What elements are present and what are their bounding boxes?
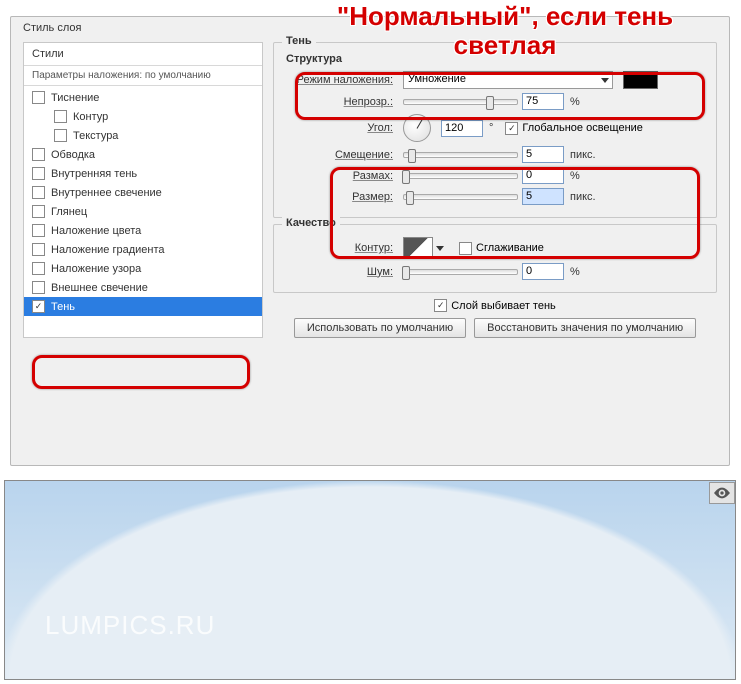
distance-slider[interactable]: [403, 152, 518, 158]
style-label: Глянец: [51, 206, 87, 218]
style-checkbox[interactable]: [32, 243, 45, 256]
style-label: Тиснение: [51, 92, 99, 104]
noise-input[interactable]: 0: [522, 263, 564, 280]
opacity-unit: %: [570, 96, 580, 108]
size-slider[interactable]: [403, 194, 518, 200]
reset-default-button[interactable]: Восстановить значения по умолчанию: [474, 318, 696, 338]
knockout-label: Слой выбивает тень: [451, 300, 556, 312]
spread-slider[interactable]: [403, 173, 518, 179]
blend-mode-label: Режим наложения:: [284, 74, 399, 86]
distance-label: Смещение:: [284, 149, 399, 161]
noise-label: Шум:: [284, 266, 399, 278]
opacity-row: Непрозр.: 75 %: [284, 93, 706, 110]
style-checkbox[interactable]: [32, 281, 45, 294]
style-label: Внутреннее свечение: [51, 187, 162, 199]
noise-slider[interactable]: [403, 269, 518, 275]
size-input[interactable]: 5: [522, 188, 564, 205]
angle-row: Угол: 120 ° Глобальное освещение: [284, 114, 706, 142]
contour-picker[interactable]: [403, 237, 433, 259]
style-item-6[interactable]: Глянец: [24, 202, 262, 221]
style-item-7[interactable]: Наложение цвета: [24, 221, 262, 240]
button-row: Использовать по умолчанию Восстановить з…: [273, 318, 717, 338]
blend-mode-dropdown[interactable]: Умножение: [403, 71, 613, 89]
angle-unit: °: [489, 122, 493, 134]
style-checkbox[interactable]: [32, 300, 45, 313]
opacity-label: Непрозр.:: [284, 96, 399, 108]
styles-header[interactable]: Стили: [24, 43, 262, 66]
style-label: Наложение градиента: [51, 244, 165, 256]
blend-mode-row: Режим наложения: Умножение: [284, 71, 706, 89]
watermark: LUMPICS.RU: [45, 610, 215, 641]
global-light-checkbox[interactable]: [505, 122, 518, 135]
spread-label: Размах:: [284, 170, 399, 182]
quality-group: Качество Контур: Сглаживание Шум: 0 %: [273, 224, 717, 293]
visibility-toggle[interactable]: [709, 482, 735, 504]
style-item-2[interactable]: Текстура: [24, 126, 262, 145]
distance-unit: пикс.: [570, 149, 596, 161]
opacity-slider[interactable]: [403, 99, 518, 105]
style-item-9[interactable]: Наложение узора: [24, 259, 262, 278]
knockout-row: Слой выбивает тень: [273, 299, 717, 312]
style-label: Внутренняя тень: [51, 168, 137, 180]
antialias-checkbox[interactable]: [459, 242, 472, 255]
annotation-text: "Нормальный", если тень светлая: [300, 2, 710, 59]
distance-input[interactable]: 5: [522, 146, 564, 163]
angle-input[interactable]: 120: [441, 120, 483, 137]
style-checkbox[interactable]: [32, 148, 45, 161]
style-label: Внешнее свечение: [51, 282, 148, 294]
style-checkbox[interactable]: [54, 129, 67, 142]
size-row: Размер: 5 пикс.: [284, 188, 706, 205]
spread-row: Размах: 0 %: [284, 167, 706, 184]
size-unit: пикс.: [570, 191, 596, 203]
style-checkbox[interactable]: [32, 91, 45, 104]
style-label: Текстура: [73, 130, 118, 142]
style-item-8[interactable]: Наложение градиента: [24, 240, 262, 259]
eye-icon: [714, 487, 730, 499]
shadow-color-swatch[interactable]: [623, 71, 658, 89]
distance-row: Смещение: 5 пикс.: [284, 146, 706, 163]
size-label: Размер:: [284, 191, 399, 203]
spread-input[interactable]: 0: [522, 167, 564, 184]
make-default-button[interactable]: Использовать по умолчанию: [294, 318, 466, 338]
quality-title: Качество: [282, 217, 340, 229]
layer-style-dialog: Стиль слоя Стили Параметры наложения: по…: [10, 16, 730, 466]
style-label: Наложение узора: [51, 263, 141, 275]
style-checkbox[interactable]: [32, 224, 45, 237]
style-item-11[interactable]: Тень: [24, 297, 262, 316]
global-light-label: Глобальное освещение: [522, 122, 643, 134]
angle-dial[interactable]: [403, 114, 431, 142]
style-checkbox[interactable]: [32, 186, 45, 199]
angle-label: Угол:: [284, 122, 399, 134]
style-label: Обводка: [51, 149, 95, 161]
shadow-group: Тень Структура Режим наложения: Умножени…: [273, 42, 717, 218]
style-label: Тень: [51, 301, 75, 313]
knockout-checkbox[interactable]: [434, 299, 447, 312]
style-item-5[interactable]: Внутреннее свечение: [24, 183, 262, 202]
style-item-3[interactable]: Обводка: [24, 145, 262, 164]
style-item-1[interactable]: Контур: [24, 107, 262, 126]
antialias-label: Сглаживание: [476, 242, 544, 254]
style-checkbox[interactable]: [32, 205, 45, 218]
style-label: Наложение цвета: [51, 225, 141, 237]
style-item-4[interactable]: Внутренняя тень: [24, 164, 262, 183]
style-item-0[interactable]: Тиснение: [24, 88, 262, 107]
style-label: Контур: [73, 111, 108, 123]
style-checkbox[interactable]: [32, 167, 45, 180]
style-checkbox[interactable]: [32, 262, 45, 275]
style-checkbox[interactable]: [54, 110, 67, 123]
contour-label: Контур:: [284, 242, 399, 254]
spread-unit: %: [570, 170, 580, 182]
contour-row: Контур: Сглаживание: [284, 237, 706, 259]
noise-row: Шум: 0 %: [284, 263, 706, 280]
styles-list-panel: Стили Параметры наложения: по умолчанию …: [23, 42, 263, 338]
blending-params-row[interactable]: Параметры наложения: по умолчанию: [24, 66, 262, 86]
noise-unit: %: [570, 266, 580, 278]
background-image: LUMPICS.RU: [4, 480, 736, 680]
opacity-input[interactable]: 75: [522, 93, 564, 110]
style-item-10[interactable]: Внешнее свечение: [24, 278, 262, 297]
